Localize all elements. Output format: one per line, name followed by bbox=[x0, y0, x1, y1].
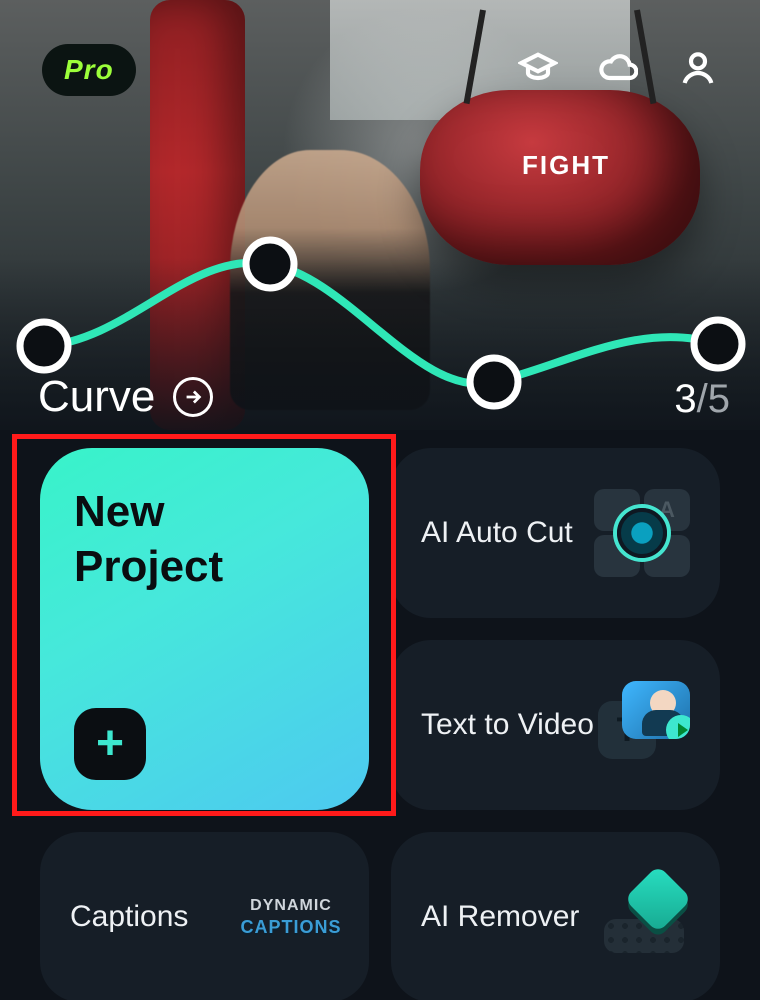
new-project-line1: New bbox=[74, 484, 223, 539]
curve-label: Curve bbox=[38, 372, 155, 422]
ai-auto-cut-icon: A bbox=[594, 489, 690, 577]
arrow-right-icon[interactable] bbox=[173, 377, 213, 417]
text-to-video-button[interactable]: Text to Video T bbox=[391, 640, 720, 810]
captions-label: Captions bbox=[70, 900, 243, 934]
cloud-icon[interactable] bbox=[598, 48, 638, 93]
counter-current: 3 bbox=[674, 377, 696, 421]
ai-remover-button[interactable]: AI Remover bbox=[391, 832, 720, 1000]
captions-thumb-line2: CAPTIONS bbox=[241, 917, 342, 938]
curve-node-2 bbox=[246, 240, 294, 288]
curve-node-3 bbox=[470, 358, 518, 406]
slide-counter: 3/5 bbox=[674, 377, 730, 422]
hero-punching-bag-right bbox=[420, 90, 700, 265]
counter-sep: / bbox=[697, 377, 708, 421]
text-to-video-icon: T bbox=[594, 681, 690, 769]
curve-node-4 bbox=[694, 320, 742, 368]
ai-remover-label: AI Remover bbox=[421, 900, 594, 934]
curve-label-row: Curve bbox=[38, 372, 213, 422]
hero-bag-text: FIGHT bbox=[522, 150, 610, 181]
ai-auto-cut-button[interactable]: AI Auto Cut A bbox=[391, 448, 720, 618]
plus-icon: + bbox=[74, 708, 146, 780]
new-project-label: New Project bbox=[74, 484, 223, 594]
captions-thumb-line1: DYNAMIC bbox=[250, 897, 332, 915]
captions-button[interactable]: Captions DYNAMIC CAPTIONS bbox=[40, 832, 369, 1000]
profile-icon[interactable] bbox=[678, 48, 718, 93]
app-screen: FIGHT Curve 3/5 Pro bbox=[0, 0, 760, 1000]
eraser-icon bbox=[594, 873, 690, 961]
hero-boxer bbox=[230, 150, 430, 410]
feature-grid: New Project + AI Auto Cut A Text to Vide… bbox=[0, 448, 760, 1000]
graduation-cap-icon[interactable] bbox=[518, 48, 558, 93]
captions-icon: DYNAMIC CAPTIONS bbox=[243, 873, 339, 961]
counter-total: 5 bbox=[708, 377, 730, 421]
top-icon-group bbox=[518, 48, 718, 93]
curve-node-1 bbox=[20, 322, 68, 370]
ai-auto-cut-label: AI Auto Cut bbox=[421, 516, 594, 550]
top-bar: Pro bbox=[0, 40, 760, 100]
new-project-line2: Project bbox=[74, 539, 223, 594]
text-to-video-label: Text to Video bbox=[421, 708, 594, 742]
pro-badge[interactable]: Pro bbox=[42, 44, 136, 96]
new-project-button[interactable]: New Project + bbox=[40, 448, 369, 810]
